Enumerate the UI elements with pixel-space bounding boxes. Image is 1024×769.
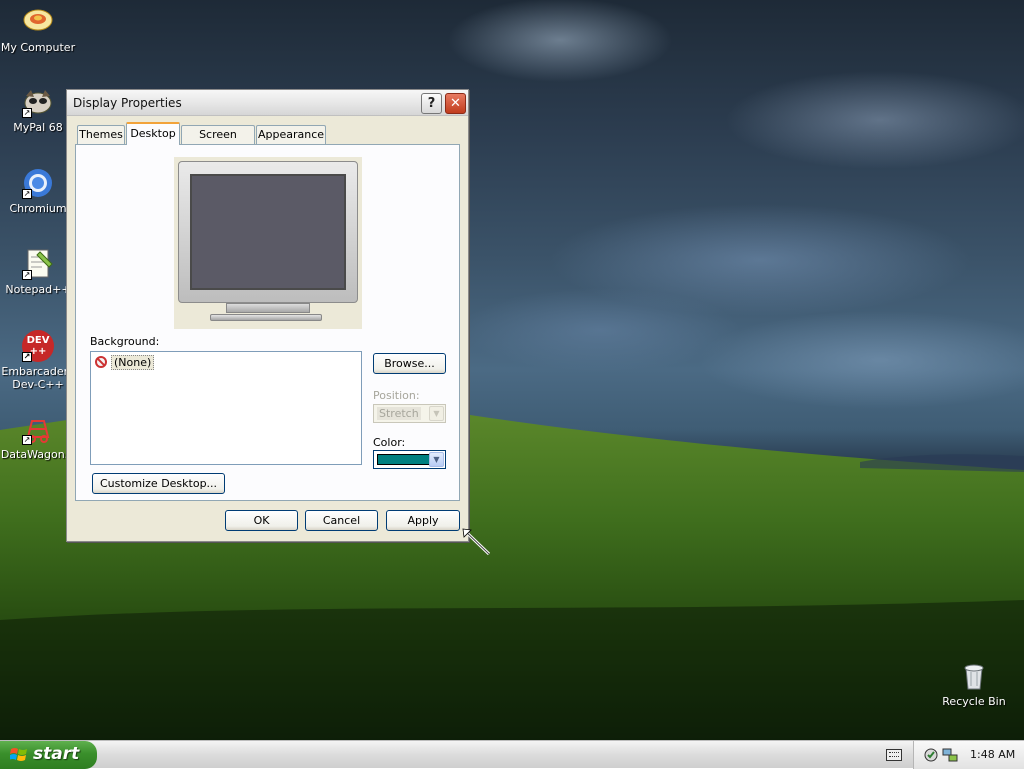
display-properties-dialog: Display Properties ? ✕ Themes Desktop Sc… xyxy=(66,89,469,542)
desktop-icon-label: Recycle Bin xyxy=(942,695,1006,708)
keyboard-keys xyxy=(889,752,899,757)
recycle-bin-icon xyxy=(958,660,990,692)
datawagon-icon: ↗ xyxy=(22,413,54,445)
window-title: Display Properties xyxy=(73,96,182,110)
desktop-icon-my-computer[interactable]: My Computer xyxy=(0,6,76,54)
tab-screen-saver[interactable]: Screen Saver xyxy=(181,125,255,158)
shortcut-arrow-icon: ↗ xyxy=(22,352,32,362)
monitor-preview-icon xyxy=(178,161,358,303)
color-swatch xyxy=(377,454,430,465)
list-item-label: (None) xyxy=(111,355,155,370)
my-computer-icon xyxy=(22,6,54,38)
desktop-icon-mypal[interactable]: ↗ MyPal 68 xyxy=(0,86,76,134)
taskbar: start 1:48 AM xyxy=(0,740,1024,769)
background-listbox[interactable]: (None) xyxy=(90,351,362,465)
color-picker-button[interactable]: ▼ xyxy=(373,450,446,469)
close-button[interactable]: ✕ xyxy=(445,93,466,114)
desktop-icon-label-line1: Embarcadero xyxy=(1,365,75,378)
desktop-preview xyxy=(174,157,362,329)
desktop-icon-chromium[interactable]: ↗ Chromium xyxy=(0,167,76,215)
browse-button[interactable]: Browse... xyxy=(373,353,446,374)
network-icon[interactable] xyxy=(942,747,958,763)
customize-desktop-button[interactable]: Customize Desktop... xyxy=(92,473,225,494)
title-bar[interactable]: Display Properties ? ✕ xyxy=(67,90,468,116)
tab-appearance[interactable]: Appearance xyxy=(256,125,326,144)
list-item[interactable]: (None) xyxy=(95,355,155,371)
ok-button[interactable]: OK xyxy=(225,510,298,531)
shortcut-arrow-icon: ↗ xyxy=(22,189,32,199)
chevron-down-icon: ▼ xyxy=(429,452,444,467)
position-label: Position: xyxy=(373,389,420,402)
tab-desktop[interactable]: Desktop xyxy=(126,122,180,145)
monitor-base xyxy=(210,314,322,321)
color-label: Color: xyxy=(373,436,406,449)
desktop-icon-label-line2: Dev-C++ xyxy=(12,378,64,391)
position-select-value: Stretch xyxy=(377,407,421,420)
start-button[interactable]: start xyxy=(0,741,97,769)
cancel-button[interactable]: Cancel xyxy=(305,510,378,531)
devcpp-badge-plus: ++ xyxy=(29,346,47,357)
security-shield-icon[interactable] xyxy=(923,747,939,763)
system-tray: 1:48 AM xyxy=(913,741,1024,769)
desktop-icon-label: MyPal 68 xyxy=(13,121,63,134)
keyboard-icon[interactable] xyxy=(886,749,902,761)
monitor-stand xyxy=(226,303,310,313)
windows-logo-icon xyxy=(10,748,27,761)
desktop-icon-datawagon[interactable]: ↗ DataWagon... xyxy=(0,413,76,461)
chromium-icon: ↗ xyxy=(22,167,54,199)
devcpp-icon: DEV ++ ↗ xyxy=(22,330,54,362)
mouse-cursor-icon xyxy=(462,528,491,556)
devcpp-badge-text: DEV xyxy=(26,335,50,346)
mypal-icon: ↗ xyxy=(22,86,54,118)
chevron-down-icon: ▼ xyxy=(429,406,444,421)
desktop-icon-devcpp[interactable]: DEV ++ ↗ Embarcadero Dev-C++ xyxy=(0,330,76,391)
preview-screen xyxy=(190,174,346,290)
clock: 1:48 AM xyxy=(970,748,1016,761)
no-background-icon xyxy=(95,356,107,368)
start-label: start xyxy=(33,744,80,764)
desktop-icon-label: My Computer xyxy=(0,41,76,54)
shortcut-arrow-icon: ↗ xyxy=(22,435,32,445)
shortcut-arrow-icon: ↗ xyxy=(22,270,32,280)
apply-button[interactable]: Apply xyxy=(386,510,460,531)
position-select[interactable]: Stretch ▼ xyxy=(373,404,446,423)
desktop-icon-label: Chromium xyxy=(9,202,67,215)
help-button[interactable]: ? xyxy=(421,93,442,114)
desktop-icon-label: Notepad++ xyxy=(5,283,71,296)
desktop-icon-notepad-plus-plus[interactable]: ↗ Notepad++ xyxy=(0,248,76,296)
shortcut-arrow-icon: ↗ xyxy=(22,108,32,118)
tab-themes[interactable]: Themes xyxy=(77,125,125,144)
desktop-tab-panel: Background: (None) Browse... Position: S… xyxy=(75,144,460,501)
background-label: Background: xyxy=(90,335,160,348)
desktop-icon-recycle-bin[interactable]: Recycle Bin xyxy=(936,660,1012,708)
notepad-plus-plus-icon: ↗ xyxy=(22,248,54,280)
desktop-icon-label: DataWagon... xyxy=(0,448,76,461)
